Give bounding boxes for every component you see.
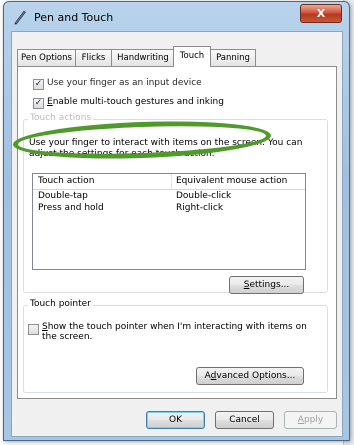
tab-flicks[interactable]: Flicks xyxy=(75,49,112,66)
column-header-mouse-action[interactable]: Equivalent mouse action xyxy=(176,176,287,186)
touch-tab-panel: ✓ Use your finger as an input device ✓ E… xyxy=(12,66,337,399)
touch-pointer-group: Touch pointer Show the touch pointer whe… xyxy=(23,299,328,393)
tab-touch[interactable]: Touch xyxy=(173,46,211,67)
touch-pointer-checkbox[interactable] xyxy=(28,324,39,335)
touch-actions-description: Use your finger to interact with items o… xyxy=(29,138,303,159)
tab-label: Pen Options xyxy=(21,53,72,63)
touch-pointer-label: Show the touch pointer when I'm interact… xyxy=(42,322,307,342)
tab-label: Flicks xyxy=(81,53,106,63)
pen-and-touch-dialog: Pen and Touch X Pen Options Flicks Handw… xyxy=(3,1,350,441)
touch-pointer-legend: Touch pointer xyxy=(28,299,93,309)
tab-label: Handwriting xyxy=(117,53,169,63)
dialog-client-area: Pen Options Flicks Handwriting Touch Pan… xyxy=(11,31,343,437)
touch-actions-legend: Touch actions xyxy=(28,113,94,123)
tab-panning[interactable]: Panning xyxy=(210,49,256,66)
table-row[interactable]: Press and hold Right-click xyxy=(33,203,305,215)
window-title: Pen and Touch xyxy=(34,11,114,24)
multitouch-label: Enable multi-touch gestures and inking xyxy=(47,97,224,107)
column-separator xyxy=(171,174,172,189)
tab-label: Panning xyxy=(216,53,250,63)
tab-handwriting[interactable]: Handwriting xyxy=(111,49,175,66)
mouse-action-cell: Right-click xyxy=(176,203,224,213)
settings-button[interactable]: Settings... xyxy=(229,276,304,294)
list-header: Touch action Equivalent mouse action xyxy=(33,174,305,190)
apply-button[interactable]: Apply xyxy=(284,411,337,429)
use-finger-checkbox[interactable]: ✓ xyxy=(33,79,44,90)
touch-actions-group: Touch actions Use your finger to interac… xyxy=(23,113,328,294)
title-bar[interactable]: Pen and Touch X xyxy=(4,2,349,32)
cancel-button[interactable]: Cancel xyxy=(215,411,274,429)
touch-actions-list[interactable]: Touch action Equivalent mouse action Dou… xyxy=(32,173,306,270)
use-finger-label: Use your finger as an input device xyxy=(47,78,202,88)
mouse-action-cell: Double-click xyxy=(176,191,232,201)
advanced-options-button[interactable]: Advanced Options... xyxy=(196,367,304,385)
touch-action-cell: Double-tap xyxy=(38,191,88,201)
close-button[interactable]: X xyxy=(300,4,342,23)
column-header-touch-action[interactable]: Touch action xyxy=(38,176,94,186)
table-row[interactable]: Double-tap Double-click xyxy=(33,191,305,203)
touch-action-cell: Press and hold xyxy=(38,203,104,213)
multitouch-checkbox[interactable]: ✓ xyxy=(33,98,44,109)
tab-pen-options[interactable]: Pen Options xyxy=(17,49,76,66)
ok-button[interactable]: OK xyxy=(146,411,205,429)
pen-icon xyxy=(14,10,26,25)
tab-label: Touch xyxy=(179,51,205,61)
